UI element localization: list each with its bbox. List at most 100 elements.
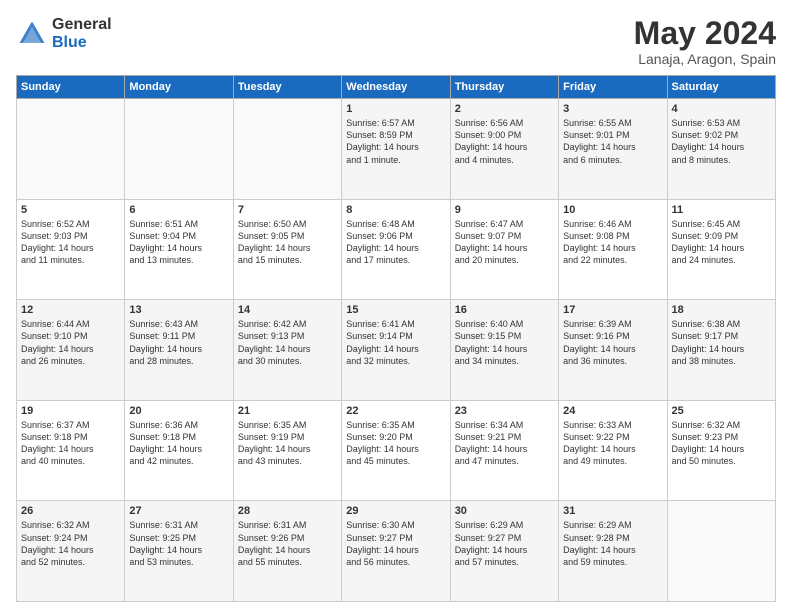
col-sunday: Sunday xyxy=(17,76,125,99)
day-number: 28 xyxy=(238,505,337,517)
day-content: Sunrise: 6:32 AMSunset: 9:23 PMDaylight:… xyxy=(672,419,771,468)
day-content: Sunrise: 6:53 AMSunset: 9:02 PMDaylight:… xyxy=(672,117,771,166)
table-row: 26Sunrise: 6:32 AMSunset: 9:24 PMDayligh… xyxy=(17,501,125,602)
logo-general-text: General xyxy=(52,16,112,34)
day-number: 17 xyxy=(563,304,662,316)
day-content: Sunrise: 6:39 AMSunset: 9:16 PMDaylight:… xyxy=(563,318,662,367)
title-block: May 2024 Lanaja, Aragon, Spain xyxy=(634,16,776,67)
day-number: 8 xyxy=(346,204,445,216)
month-title: May 2024 xyxy=(634,16,776,51)
col-saturday: Saturday xyxy=(667,76,775,99)
col-thursday: Thursday xyxy=(450,76,558,99)
day-number: 25 xyxy=(672,405,771,417)
table-row: 15Sunrise: 6:41 AMSunset: 9:14 PMDayligh… xyxy=(342,300,450,401)
day-content: Sunrise: 6:57 AMSunset: 8:59 PMDaylight:… xyxy=(346,117,445,166)
day-content: Sunrise: 6:50 AMSunset: 9:05 PMDaylight:… xyxy=(238,218,337,267)
day-content: Sunrise: 6:52 AMSunset: 9:03 PMDaylight:… xyxy=(21,218,120,267)
table-row xyxy=(125,99,233,200)
table-row: 14 Sunrise: 6:42 AMSunset: 9:13 PMDayligh… xyxy=(233,300,341,401)
table-row: 17 Sunrise: 6:39 AMSunset: 9:16 PMDayligh… xyxy=(559,300,667,401)
day-content: Sunrise: 6:35 AMSunset: 9:19 PMDaylight:… xyxy=(238,419,337,468)
day-number: 27 xyxy=(129,505,228,517)
header: General Blue May 2024 Lanaja, Aragon, Sp… xyxy=(16,16,776,67)
day-content: Sunrise: 6:47 AMSunset: 9:07 PMDaylight:… xyxy=(455,218,554,267)
day-content: Sunrise: 6:45 AMSunset: 9:09 PMDaylight:… xyxy=(672,218,771,267)
day-number: 30 xyxy=(455,505,554,517)
table-row: 13Sunrise: 6:43 AMSunset: 9:11 PMDayligh… xyxy=(125,300,233,401)
table-row: 29 Sunrise: 6:30 AMSunset: 9:27 PMDayligh… xyxy=(342,501,450,602)
calendar-table: Sunday Monday Tuesday Wednesday Thursday… xyxy=(16,75,776,602)
day-content: Sunrise: 6:46 AMSunset: 9:08 PMDaylight:… xyxy=(563,218,662,267)
day-content: Sunrise: 6:31 AMSunset: 9:26 PMDaylight:… xyxy=(238,519,337,568)
calendar-header: Sunday Monday Tuesday Wednesday Thursday… xyxy=(17,76,776,99)
day-content: Sunrise: 6:30 AMSunset: 9:27 PMDaylight:… xyxy=(346,519,445,568)
table-row: 22 Sunrise: 6:35 AMSunset: 9:20 PMDayligh… xyxy=(342,400,450,501)
day-number: 9 xyxy=(455,204,554,216)
day-content: Sunrise: 6:51 AMSunset: 9:04 PMDaylight:… xyxy=(129,218,228,267)
day-number: 22 xyxy=(346,405,445,417)
logo-blue-text: Blue xyxy=(52,34,112,52)
day-number: 29 xyxy=(346,505,445,517)
day-content: Sunrise: 6:34 AMSunset: 9:21 PMDaylight:… xyxy=(455,419,554,468)
table-row: 11 Sunrise: 6:45 AMSunset: 9:09 PMDayligh… xyxy=(667,199,775,300)
col-tuesday: Tuesday xyxy=(233,76,341,99)
logo-text: General Blue xyxy=(52,16,112,51)
calendar-week-5: 26Sunrise: 6:32 AMSunset: 9:24 PMDayligh… xyxy=(17,501,776,602)
header-row: Sunday Monday Tuesday Wednesday Thursday… xyxy=(17,76,776,99)
day-number: 21 xyxy=(238,405,337,417)
table-row: 2 Sunrise: 6:56 AMSunset: 9:00 PMDaylight… xyxy=(450,99,558,200)
day-number: 1 xyxy=(346,103,445,115)
day-number: 15 xyxy=(346,304,445,316)
day-content: Sunrise: 6:37 AMSunset: 9:18 PMDaylight:… xyxy=(21,419,120,468)
day-number: 20 xyxy=(129,405,228,417)
calendar-week-1: 1 Sunrise: 6:57 AMSunset: 8:59 PMDaylight… xyxy=(17,99,776,200)
table-row: 27Sunrise: 6:31 AMSunset: 9:25 PMDayligh… xyxy=(125,501,233,602)
day-number: 12 xyxy=(21,304,120,316)
logo: General Blue xyxy=(16,16,112,51)
day-number: 23 xyxy=(455,405,554,417)
table-row: 21 Sunrise: 6:35 AMSunset: 9:19 PMDayligh… xyxy=(233,400,341,501)
day-number: 5 xyxy=(21,204,120,216)
table-row: 5 Sunrise: 6:52 AMSunset: 9:03 PMDaylight… xyxy=(17,199,125,300)
col-wednesday: Wednesday xyxy=(342,76,450,99)
calendar-week-4: 19Sunrise: 6:37 AMSunset: 9:18 PMDayligh… xyxy=(17,400,776,501)
table-row: 16 Sunrise: 6:40 AMSunset: 9:15 PMDayligh… xyxy=(450,300,558,401)
day-content: Sunrise: 6:29 AMSunset: 9:28 PMDaylight:… xyxy=(563,519,662,568)
table-row xyxy=(233,99,341,200)
day-content: Sunrise: 6:29 AMSunset: 9:27 PMDaylight:… xyxy=(455,519,554,568)
table-row: 18Sunrise: 6:38 AMSunset: 9:17 PMDayligh… xyxy=(667,300,775,401)
table-row: 28 Sunrise: 6:31 AMSunset: 9:26 PMDayligh… xyxy=(233,501,341,602)
table-row: 9 Sunrise: 6:47 AMSunset: 9:07 PMDaylight… xyxy=(450,199,558,300)
day-content: Sunrise: 6:42 AMSunset: 9:13 PMDaylight:… xyxy=(238,318,337,367)
table-row: 12Sunrise: 6:44 AMSunset: 9:10 PMDayligh… xyxy=(17,300,125,401)
table-row xyxy=(17,99,125,200)
day-number: 13 xyxy=(129,304,228,316)
calendar-body: 1 Sunrise: 6:57 AMSunset: 8:59 PMDaylight… xyxy=(17,99,776,602)
table-row: 6 Sunrise: 6:51 AMSunset: 9:04 PMDaylight… xyxy=(125,199,233,300)
day-number: 11 xyxy=(672,204,771,216)
day-number: 2 xyxy=(455,103,554,115)
table-row: 20 Sunrise: 6:36 AMSunset: 9:18 PMDayligh… xyxy=(125,400,233,501)
day-content: Sunrise: 6:35 AMSunset: 9:20 PMDaylight:… xyxy=(346,419,445,468)
calendar-week-3: 12Sunrise: 6:44 AMSunset: 9:10 PMDayligh… xyxy=(17,300,776,401)
table-row: 1 Sunrise: 6:57 AMSunset: 8:59 PMDaylight… xyxy=(342,99,450,200)
table-row: 3Sunrise: 6:55 AMSunset: 9:01 PMDaylight… xyxy=(559,99,667,200)
day-content: Sunrise: 6:56 AMSunset: 9:00 PMDaylight:… xyxy=(455,117,554,166)
day-number: 16 xyxy=(455,304,554,316)
day-content: Sunrise: 6:40 AMSunset: 9:15 PMDaylight:… xyxy=(455,318,554,367)
table-row xyxy=(667,501,775,602)
col-monday: Monday xyxy=(125,76,233,99)
location: Lanaja, Aragon, Spain xyxy=(634,51,776,67)
col-friday: Friday xyxy=(559,76,667,99)
day-number: 14 xyxy=(238,304,337,316)
day-content: Sunrise: 6:36 AMSunset: 9:18 PMDaylight:… xyxy=(129,419,228,468)
table-row: 31Sunrise: 6:29 AMSunset: 9:28 PMDayligh… xyxy=(559,501,667,602)
day-number: 6 xyxy=(129,204,228,216)
day-content: Sunrise: 6:48 AMSunset: 9:06 PMDaylight:… xyxy=(346,218,445,267)
logo-icon xyxy=(16,18,48,50)
day-number: 18 xyxy=(672,304,771,316)
table-row: 30 Sunrise: 6:29 AMSunset: 9:27 PMDayligh… xyxy=(450,501,558,602)
calendar-week-2: 5 Sunrise: 6:52 AMSunset: 9:03 PMDaylight… xyxy=(17,199,776,300)
day-number: 4 xyxy=(672,103,771,115)
table-row: 25 Sunrise: 6:32 AMSunset: 9:23 PMDayligh… xyxy=(667,400,775,501)
